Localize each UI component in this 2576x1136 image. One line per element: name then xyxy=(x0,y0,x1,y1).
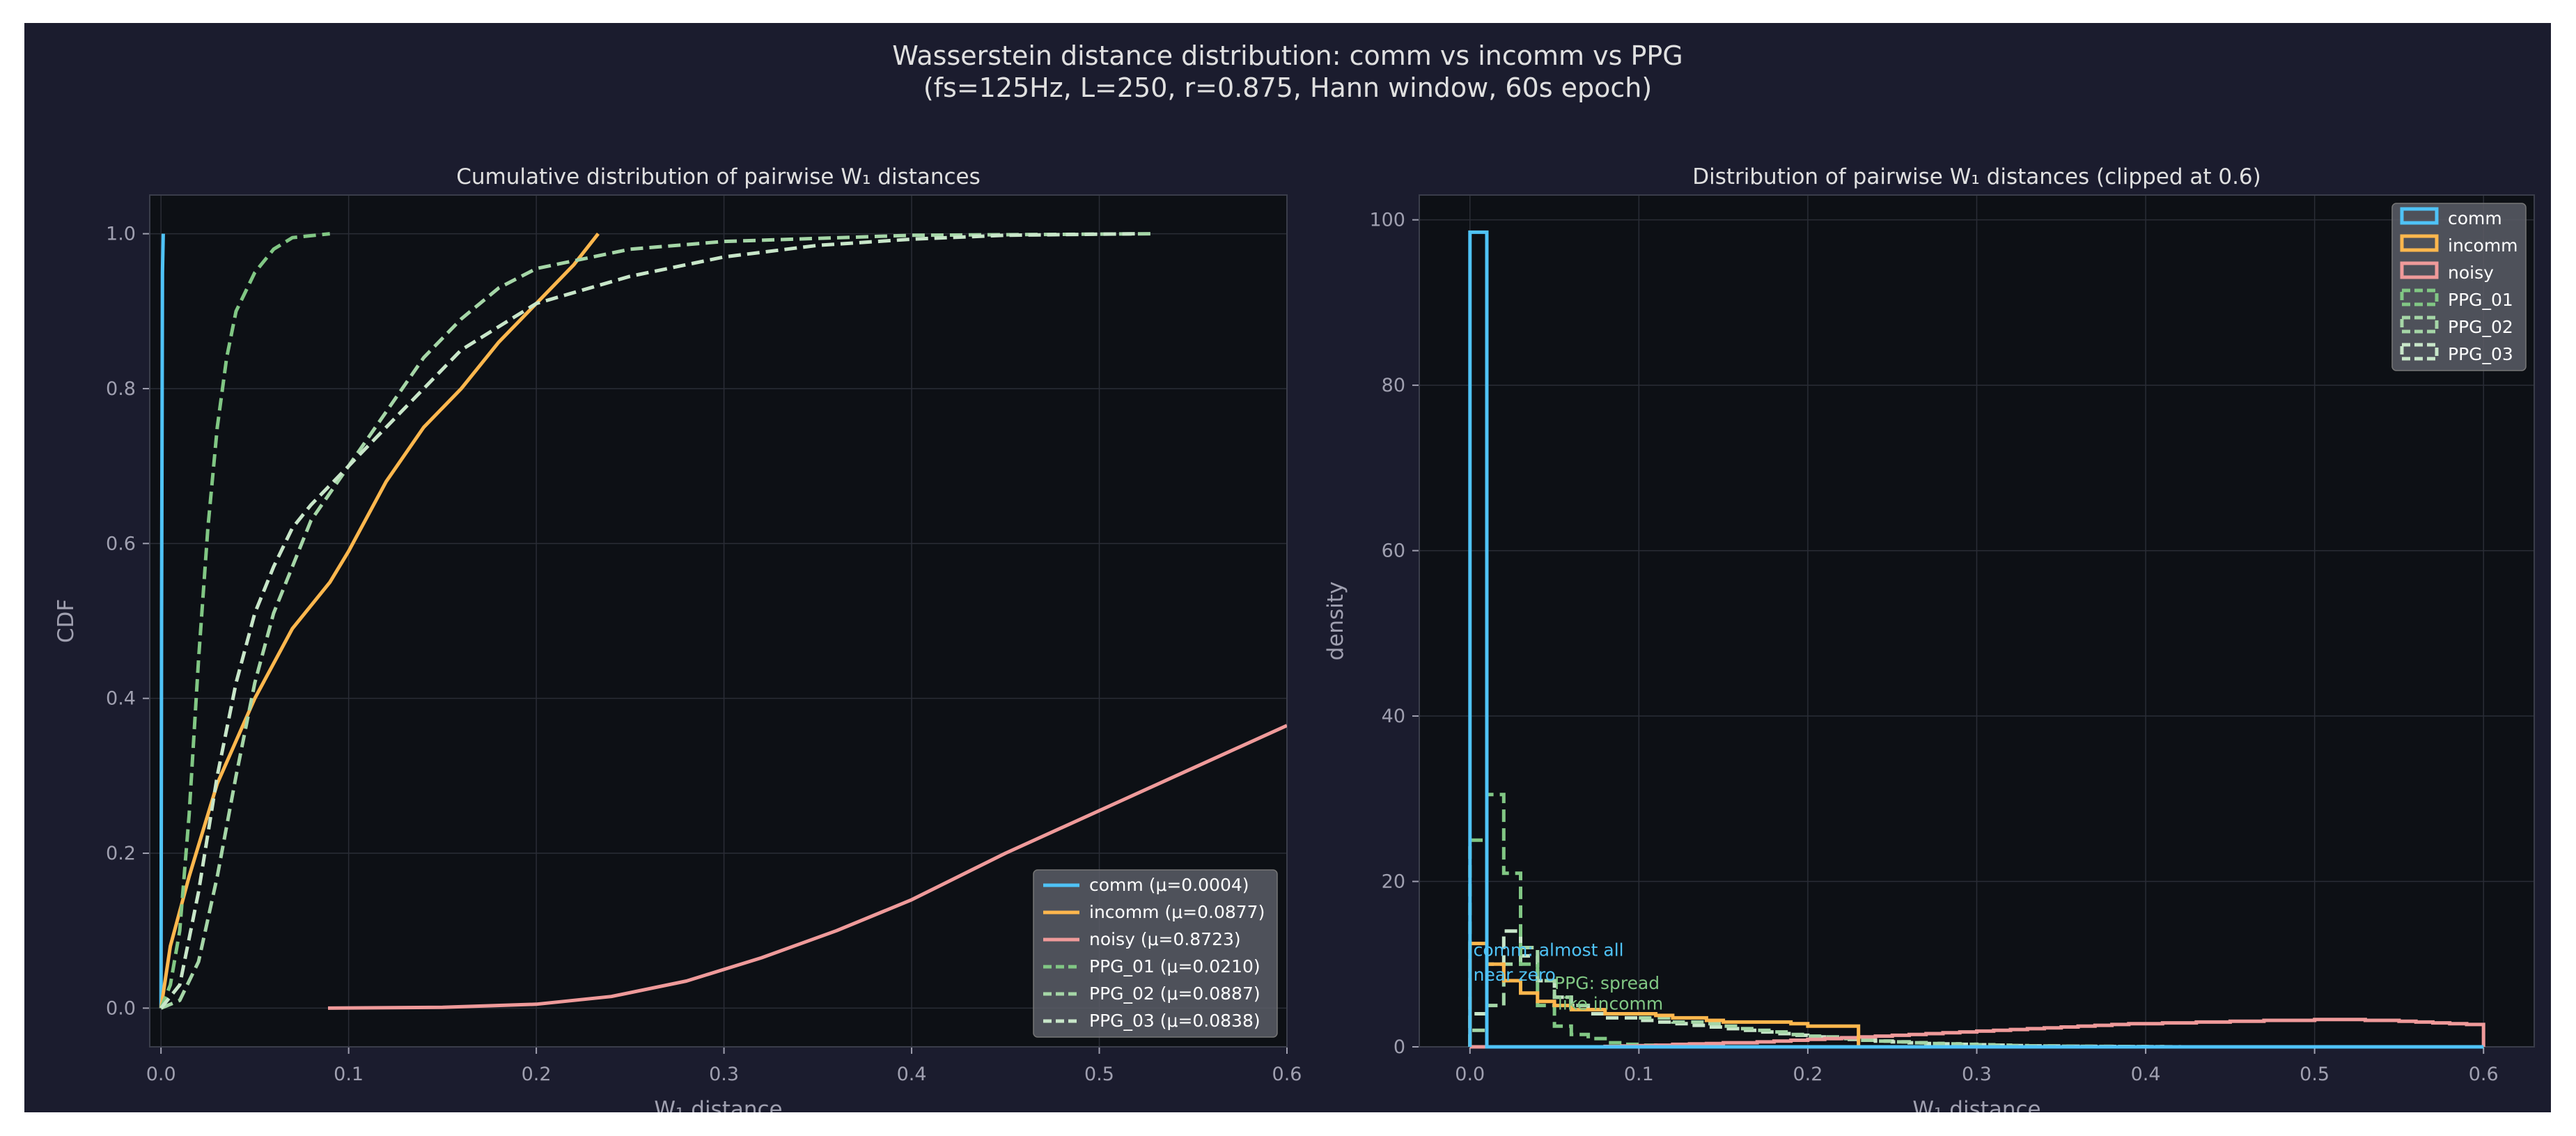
y-tick-label: 1.0 xyxy=(106,224,136,245)
figure-title-line2: (fs=125Hz, L=250, r=0.875, Hann window, … xyxy=(923,72,1652,103)
figure-title-line1: Wasserstein distance distribution: comm … xyxy=(892,40,1683,71)
x-tick-label: 0.0 xyxy=(146,1064,176,1085)
cdf-legend-label-incomm: incomm (μ=0.0877) xyxy=(1089,902,1265,922)
hist-annotation: comm: almost all xyxy=(1474,940,1624,960)
subplot-title: Distribution of pairwise W₁ distances (c… xyxy=(1692,164,2261,189)
y-axis-label: CDF xyxy=(54,599,79,643)
hist-legend-label-ppg03: PPG_03 xyxy=(2448,344,2513,364)
hist-annotation: PPG: spread xyxy=(1554,973,1660,993)
cdf-legend-label-ppg01: PPG_01 (μ=0.0210) xyxy=(1089,956,1260,977)
hist-annotation: like incomm xyxy=(1558,994,1663,1014)
y-tick-label: 0 xyxy=(1394,1036,1405,1058)
hist-legend-label-incomm: incomm xyxy=(2448,235,2518,256)
hist-legend-label-noisy: noisy xyxy=(2448,263,2494,283)
cdf-plot-panel: 0.0 0.1 0.2 0.3 0.4 0.5 0.6 0.0 0.2 0.4 0.6 0.8 1.0 C… xyxy=(54,164,1302,1122)
y-tick-label: 0.8 xyxy=(106,378,136,400)
y-tick-label: 0.4 xyxy=(106,688,136,710)
x-tick-label: 0.4 xyxy=(2131,1064,2161,1085)
x-tick-label: 0.3 xyxy=(709,1064,739,1085)
x-tick-label: 0.0 xyxy=(1455,1064,1485,1085)
x-tick-label: 0.4 xyxy=(897,1064,927,1085)
hist-legend-label-ppg02: PPG_02 xyxy=(2448,317,2513,337)
y-tick-label: 0.2 xyxy=(106,843,136,864)
cdf-legend-label-noisy: noisy (μ=0.8723) xyxy=(1089,929,1241,949)
y-tick-label: 0.0 xyxy=(106,997,136,1019)
y-axis-label: density xyxy=(1323,582,1348,661)
x-tick-label: 0.6 xyxy=(1272,1064,1302,1085)
hist-annotation: near zero xyxy=(1474,965,1556,985)
cdf-legend-label-ppg02: PPG_02 (μ=0.0887) xyxy=(1089,983,1260,1004)
cdf-legend-label-ppg03: PPG_03 (μ=0.0838) xyxy=(1089,1011,1260,1031)
chart-canvas: Wasserstein distance distribution: comm … xyxy=(54,40,2535,1122)
x-tick-label: 0.3 xyxy=(1962,1064,1992,1085)
cdf-legend-label-comm: comm (μ=0.0004) xyxy=(1089,875,1249,895)
x-tick-label: 0.2 xyxy=(522,1064,552,1085)
x-tick-label: 0.1 xyxy=(334,1064,364,1085)
y-tick-label: 40 xyxy=(1382,706,1405,727)
figure: Wasserstein distance distribution: comm … xyxy=(24,23,2551,1122)
histogram-plot-panel: 0.0 0.1 0.2 0.3 0.4 0.5 0.6 0 20 40 60 80 100 Distrib… xyxy=(1323,164,2535,1122)
x-tick-label: 0.5 xyxy=(1084,1064,1114,1085)
y-tick-label: 20 xyxy=(1382,871,1405,893)
hist-legend-label-comm: comm xyxy=(2448,208,2502,228)
y-tick-label: 0.6 xyxy=(106,533,136,554)
x-tick-label: 0.2 xyxy=(1793,1064,1822,1085)
hist-legend-label-ppg01: PPG_01 xyxy=(2448,290,2513,310)
y-tick-label: 60 xyxy=(1382,540,1405,562)
cdf-line-comm xyxy=(159,233,165,1009)
x-axis-label: W₁ distance xyxy=(1912,1097,2040,1112)
x-tick-label: 0.5 xyxy=(2300,1064,2329,1085)
x-tick-label: 0.1 xyxy=(1624,1064,1654,1085)
x-tick-label: 0.6 xyxy=(2469,1064,2499,1085)
y-tick-label: 100 xyxy=(1369,210,1405,231)
y-tick-label: 80 xyxy=(1382,375,1405,396)
x-axis-label: W₁ distance xyxy=(654,1097,782,1112)
subplot-title: Cumulative distribution of pairwise W₁ d… xyxy=(456,164,981,189)
